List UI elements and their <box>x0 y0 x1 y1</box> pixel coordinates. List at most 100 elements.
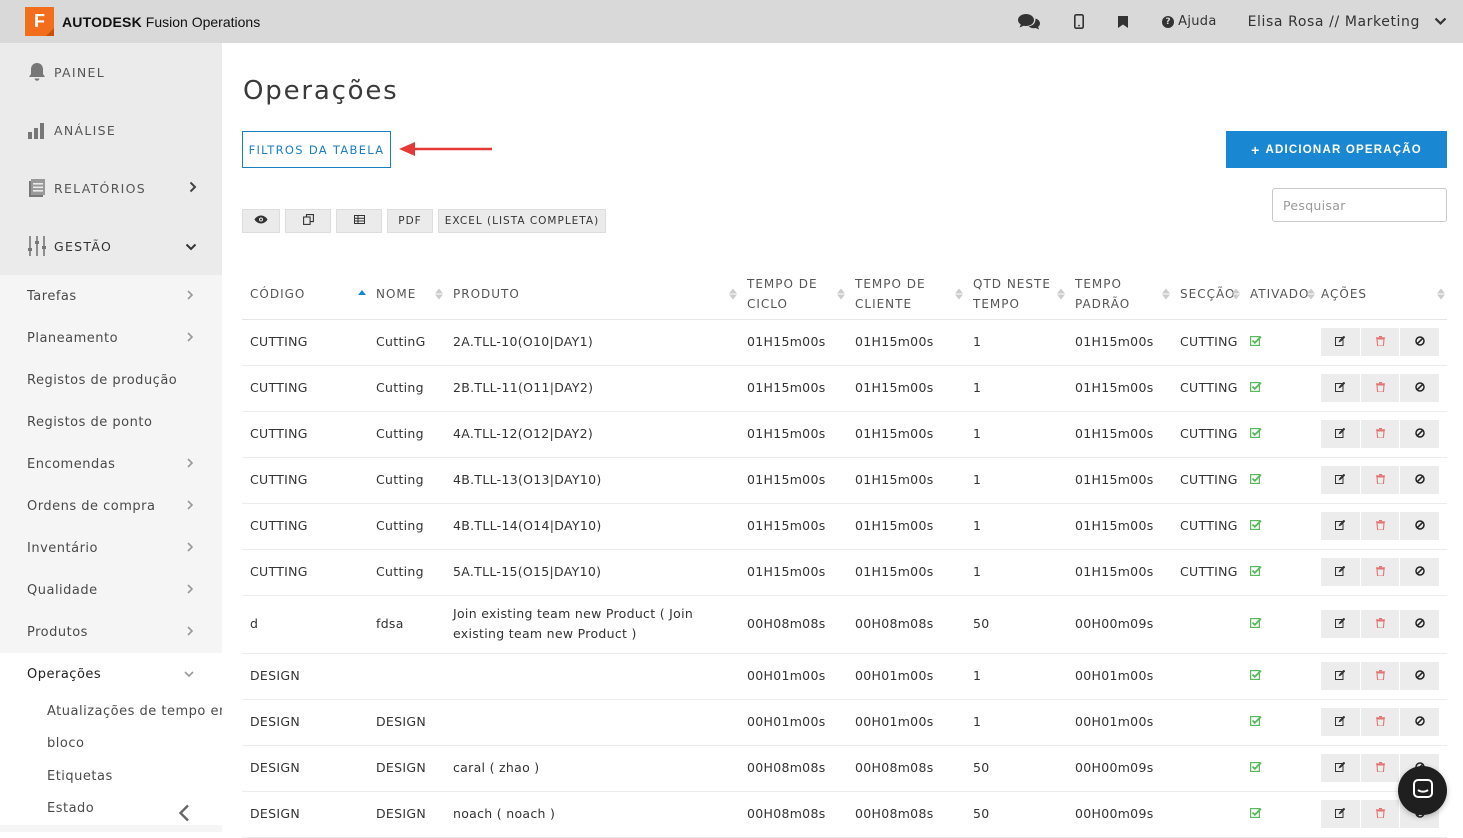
sidebar-leaf-item[interactable]: Etiquetas <box>0 760 222 793</box>
col-header-client-time[interactable]: TEMPO DE CLIENTE <box>847 269 965 320</box>
operation-code-link[interactable]: CUTTING <box>242 319 368 366</box>
table-row[interactable]: CUTTING Cutting 4B.TLL-13(O13|DAY10) 01H15m… <box>242 457 1447 504</box>
edit-button[interactable] <box>1321 708 1360 736</box>
delete-button[interactable] <box>1360 662 1400 690</box>
delete-button[interactable] <box>1360 610 1400 638</box>
delete-button[interactable] <box>1360 800 1400 828</box>
delete-button[interactable] <box>1360 466 1400 494</box>
delete-button[interactable] <box>1360 328 1400 356</box>
disable-button[interactable] <box>1400 610 1440 638</box>
operation-code-link[interactable]: DESIGN <box>242 699 368 746</box>
sidebar-leaf-item[interactable]: Atualizações de tempo em <box>0 695 222 728</box>
disable-button[interactable] <box>1400 420 1440 448</box>
edit-button[interactable] <box>1321 420 1360 448</box>
disable-button[interactable] <box>1400 374 1440 402</box>
edit-button[interactable] <box>1321 374 1360 402</box>
disable-button[interactable] <box>1400 662 1440 690</box>
collapse-sidebar-icon[interactable] <box>178 804 190 826</box>
operation-code-link[interactable]: DESIGN <box>242 745 368 792</box>
add-operation-button[interactable]: + ADICIONAR OPERAÇÃO <box>1226 131 1447 168</box>
edit-button[interactable] <box>1321 466 1360 494</box>
operation-name: Cutting <box>368 503 445 550</box>
sidebar-item-painel[interactable]: PAINEL <box>0 43 222 101</box>
sidebar-subitem[interactable]: Qualidade <box>0 569 222 611</box>
disable-button[interactable] <box>1400 558 1440 586</box>
sidebar-leaf-item[interactable]: bloco <box>0 728 222 761</box>
delete-button[interactable] <box>1360 374 1400 402</box>
copy-button[interactable] <box>285 209 331 233</box>
operation-code-link[interactable]: d <box>242 595 368 654</box>
col-header-section[interactable]: SECÇÃO <box>1172 269 1242 320</box>
csv-export-button[interactable] <box>336 209 382 233</box>
mobile-icon[interactable] <box>1074 14 1085 29</box>
sidebar-subitem[interactable]: Registos de produção <box>0 359 222 401</box>
edit-button[interactable] <box>1321 328 1360 356</box>
edit-button[interactable] <box>1321 610 1360 638</box>
user-menu[interactable]: Elisa Rosa // Marketing <box>1248 14 1420 30</box>
col-header-name[interactable]: NOME <box>368 269 445 320</box>
operation-code-link[interactable]: CUTTING <box>242 457 368 504</box>
delete-icon <box>1375 712 1385 732</box>
operation-code-link[interactable]: CUTTING <box>242 411 368 458</box>
standard-time: 01H15m00s <box>1067 319 1172 366</box>
table-row[interactable]: DESIGN 00H01m00s 00H01m00s 1 00H01m00s <box>242 653 1447 700</box>
col-header-cycle-time[interactable]: TEMPO DE CICLO <box>739 269 847 320</box>
sidebar-subitem[interactable]: Inventário <box>0 527 222 569</box>
bookmark-icon[interactable] <box>1118 15 1129 28</box>
table-row[interactable]: DESIGN DESIGN noach ( noach ) 00H08m08s 00H0… <box>242 791 1447 838</box>
table-row[interactable]: DESIGN DESIGN caral ( zhao ) 00H08m08s 00H08… <box>242 745 1447 792</box>
sidebar-subitem[interactable]: Registos de ponto <box>0 401 222 443</box>
edit-button[interactable] <box>1321 512 1360 540</box>
disable-button[interactable] <box>1400 512 1440 540</box>
table-filters-button[interactable]: FILTROS DA TABELA <box>242 131 391 168</box>
search-input[interactable] <box>1272 188 1447 222</box>
sidebar-subitem[interactable]: Ordens de compra <box>0 485 222 527</box>
excel-export-button[interactable]: EXCEL (LISTA COMPLETA) <box>438 209 606 233</box>
edit-button[interactable] <box>1321 662 1360 690</box>
delete-button[interactable] <box>1360 420 1400 448</box>
sidebar-subitem[interactable]: Operações <box>0 653 222 695</box>
support-chat-button[interactable] <box>1398 766 1447 815</box>
col-header-code[interactable]: CÓDIGO <box>242 269 368 320</box>
chat-icon[interactable] <box>1017 13 1041 31</box>
col-header-product[interactable]: PRODUTO <box>445 269 739 320</box>
table-row[interactable]: CUTTING Cutting 4A.TLL-12(O12|DAY2) 01H15m0… <box>242 411 1447 458</box>
delete-button[interactable] <box>1360 512 1400 540</box>
edit-button[interactable] <box>1321 800 1360 828</box>
table-row[interactable]: DESIGN DESIGN 00H01m00s 00H01m00s 1 00H01m00s <box>242 699 1447 746</box>
col-header-qty[interactable]: QTD NESTE TEMPO <box>965 269 1067 320</box>
table-row[interactable]: d fdsa Join existing team new Product ( Jo… <box>242 595 1447 654</box>
operation-code-link[interactable]: CUTTING <box>242 503 368 550</box>
pdf-export-button[interactable]: PDF <box>387 209 433 233</box>
sidebar-subitem[interactable]: Tarefas <box>0 275 222 317</box>
disable-button[interactable] <box>1400 328 1440 356</box>
sidebar-item-analise[interactable]: ANÁLISE <box>0 101 222 159</box>
delete-button[interactable] <box>1360 708 1400 736</box>
table-row[interactable]: CUTTING Cutting 2B.TLL-11(O11|DAY2) 01H15m0… <box>242 365 1447 412</box>
sidebar-subitem[interactable]: Planeamento <box>0 317 222 359</box>
delete-button[interactable] <box>1360 558 1400 586</box>
sidebar-item-relatorios[interactable]: RELATÓRIOS <box>0 159 222 217</box>
operation-code-link[interactable]: DESIGN <box>242 791 368 838</box>
operation-code-link[interactable]: DESIGN <box>242 653 368 700</box>
edit-button[interactable] <box>1321 558 1360 586</box>
chevron-down-icon[interactable] <box>1434 17 1447 26</box>
column-visibility-button[interactable] <box>242 209 280 233</box>
delete-button[interactable] <box>1360 754 1400 782</box>
col-header-active[interactable]: ATIVADO <box>1242 269 1315 320</box>
col-header-standard-time[interactable]: TEMPO PADRÃO <box>1067 269 1172 320</box>
sidebar-subitem[interactable]: Encomendas <box>0 443 222 485</box>
disable-button[interactable] <box>1400 708 1440 736</box>
col-header-actions[interactable]: AÇÕES <box>1313 269 1447 320</box>
table-row[interactable]: CUTTING Cutting 4B.TLL-14(O14|DAY10) 01H15m… <box>242 503 1447 550</box>
sidebar-subitem[interactable]: Produtos <box>0 611 222 653</box>
table-row[interactable]: CUTTING CuttinG 2A.TLL-10(O10|DAY1) 01H15m0… <box>242 319 1447 366</box>
disable-button[interactable] <box>1400 466 1440 494</box>
table-row[interactable]: CUTTING Cutting 5A.TLL-15(O15|DAY10) 01H15m… <box>242 549 1447 596</box>
help-link[interactable]: ? Ajuda <box>1162 14 1216 29</box>
edit-button[interactable] <box>1321 754 1360 782</box>
operation-code-link[interactable]: CUTTING <box>242 365 368 412</box>
operation-code-link[interactable]: CUTTING <box>242 549 368 596</box>
brand[interactable]: F AUTODESK Fusion Operations <box>25 7 260 36</box>
sidebar-item-gestao[interactable]: GESTÃO <box>0 217 222 275</box>
